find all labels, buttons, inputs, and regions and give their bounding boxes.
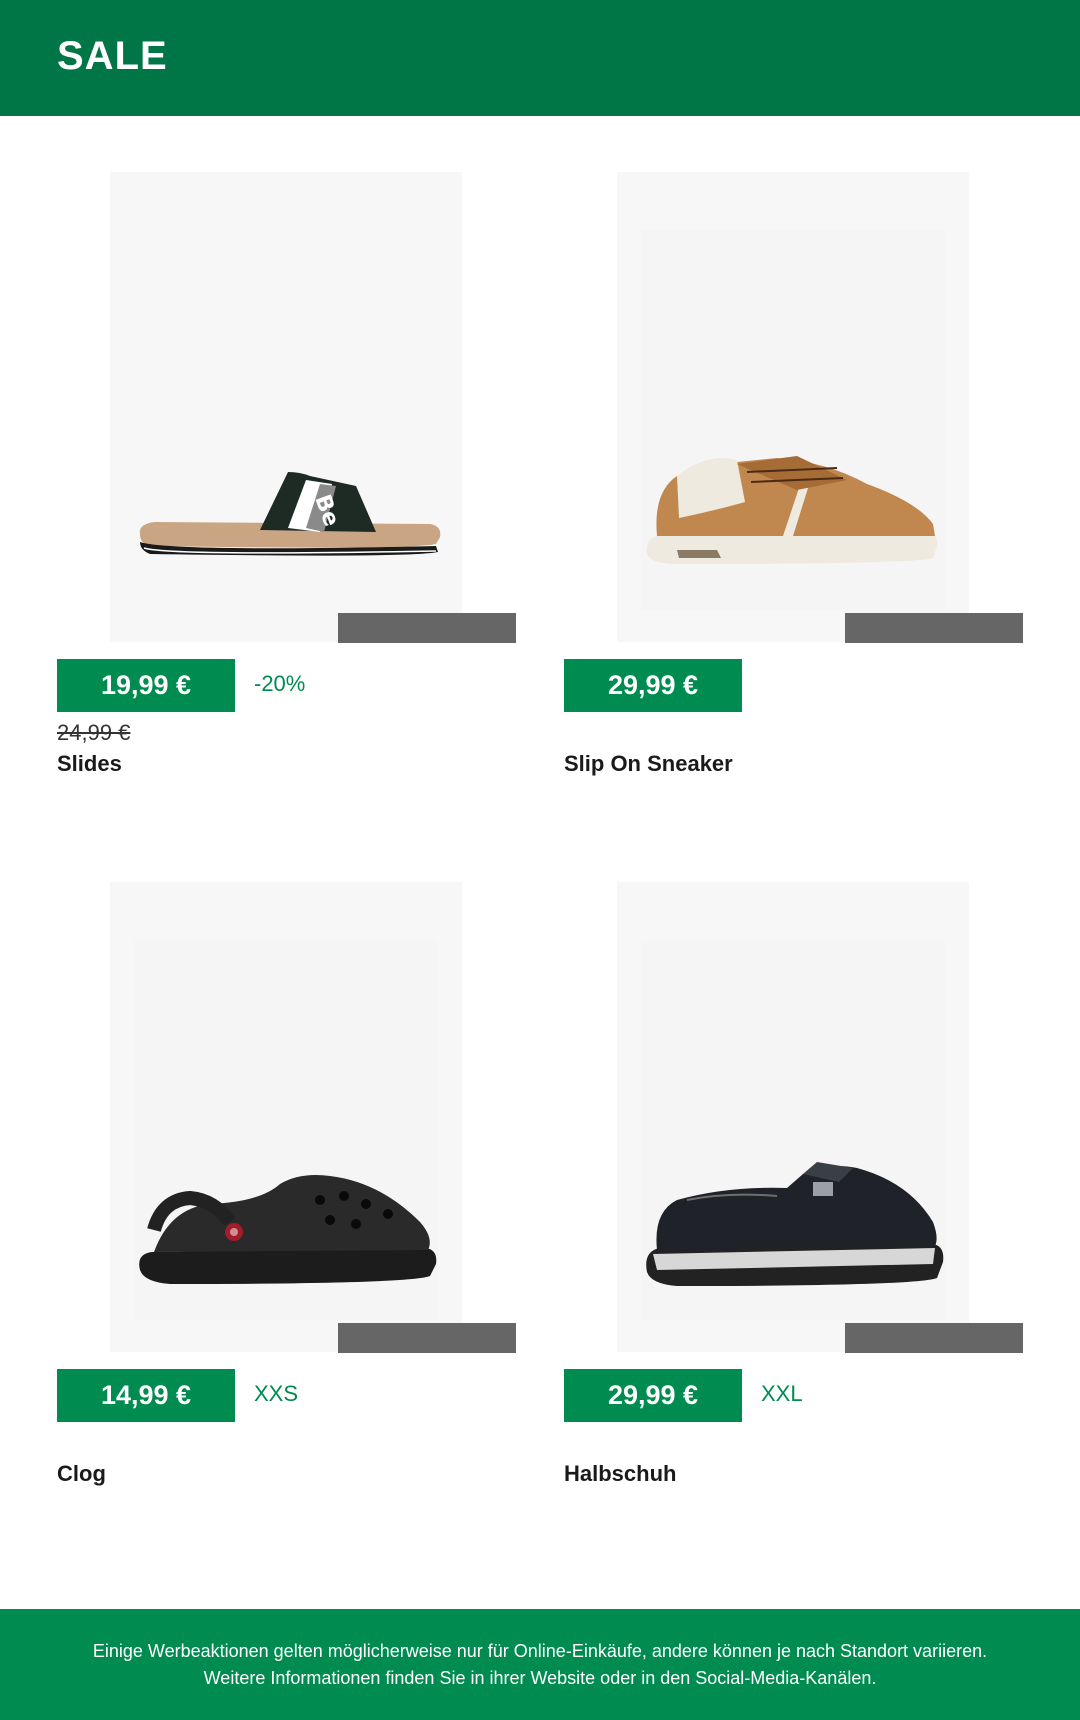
size-label: XXL — [761, 1381, 803, 1406]
product-card-slides[interactable]: Be 19,99 € -20% 24,99 € Slides — [57, 172, 517, 812]
sale-header: SALE — [0, 0, 1080, 116]
product-image-halbschuh[interactable] — [617, 882, 969, 1352]
product-image-slides[interactable]: Be — [110, 172, 462, 642]
price-badge: 14,99 € — [57, 1369, 235, 1422]
product-card-clog[interactable]: 14,99 € XXS Clog — [57, 882, 517, 1522]
product-tag — [845, 613, 1023, 643]
discount-label: -20% — [254, 671, 306, 696]
price-badge: 29,99 € — [564, 1369, 742, 1422]
product-card-slip-on-sneaker[interactable]: 29,99 € Slip On Sneaker — [564, 172, 1024, 812]
product-tag — [338, 613, 516, 643]
disclaimer-footer: Einige Werbeaktionen gelten möglicherwei… — [0, 1609, 1080, 1720]
product-image-slip-on-sneaker[interactable] — [617, 172, 969, 642]
product-name[interactable]: Clog — [57, 1461, 106, 1487]
disclaimer-text: Einige Werbeaktionen gelten möglicherwei… — [92, 1640, 988, 1688]
page-title: SALE — [57, 34, 168, 78]
product-name[interactable]: Slip On Sneaker — [564, 751, 733, 777]
slide-sandal-image: Be — [139, 472, 441, 556]
product-image-clog[interactable] — [110, 882, 462, 1352]
clog-image — [139, 1175, 437, 1284]
price-badge: 19,99 € — [57, 659, 235, 712]
product-card-halbschuh[interactable]: 29,99 € XXL Halbschuh — [564, 882, 1024, 1522]
size-label: XXS — [254, 1381, 299, 1406]
old-price: 24,99 € — [57, 720, 131, 745]
product-tag — [338, 1323, 516, 1353]
sneaker-image — [646, 456, 938, 564]
halbschuh-image — [646, 1162, 944, 1286]
product-name[interactable]: Slides — [57, 751, 122, 777]
price-badge: 29,99 € — [564, 659, 742, 712]
product-tag — [845, 1323, 1023, 1353]
product-name[interactable]: Halbschuh — [564, 1461, 676, 1487]
